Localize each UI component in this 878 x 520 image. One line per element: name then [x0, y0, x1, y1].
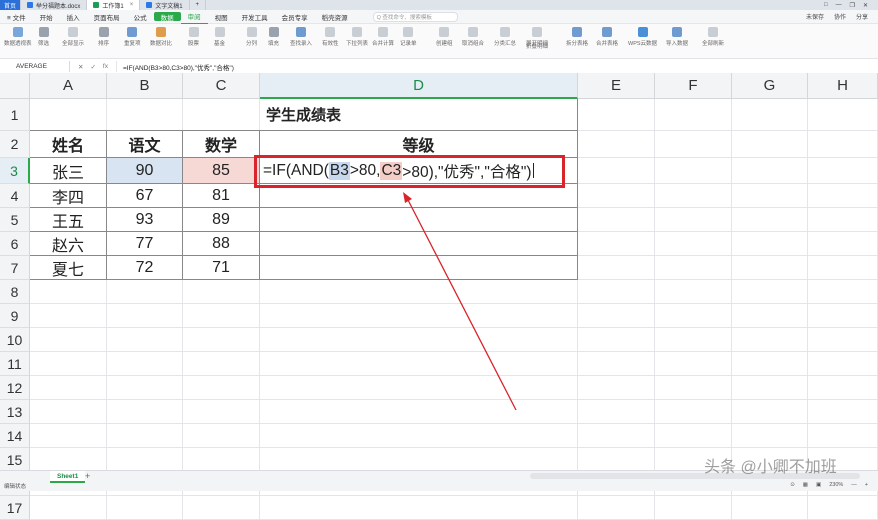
add-sheet-button[interactable]: +	[85, 471, 90, 481]
annotation-arrow-icon	[403, 192, 517, 411]
grid-cell[interactable]	[578, 496, 655, 520]
grid-cell[interactable]	[30, 496, 107, 520]
zoom-level[interactable]: 230%	[829, 482, 843, 488]
page-view-icon[interactable]: ▣	[816, 482, 821, 488]
edit-status-text: 编辑状态	[4, 484, 27, 490]
grid-cell[interactable]	[655, 496, 732, 520]
eye-protection-icon[interactable]: ⊙	[790, 482, 795, 488]
grid-cell[interactable]	[808, 496, 878, 520]
zoom-out-icon[interactable]: —	[851, 482, 857, 488]
sheet-tab[interactable]: Sheet1	[50, 471, 86, 483]
watermark-text: 头条 @小卿不加班	[704, 459, 837, 476]
grid-cell[interactable]	[732, 496, 808, 520]
normal-view-icon[interactable]: ▦	[803, 482, 808, 488]
status-controls: ⊙ ▦ ▣ 230% — +	[790, 482, 868, 488]
grid-cell[interactable]	[183, 496, 260, 520]
grid-cell[interactable]	[260, 496, 578, 520]
row-header[interactable]: 17	[0, 496, 30, 520]
zoom-in-icon[interactable]: +	[865, 482, 868, 488]
grid-cell[interactable]	[107, 496, 183, 520]
